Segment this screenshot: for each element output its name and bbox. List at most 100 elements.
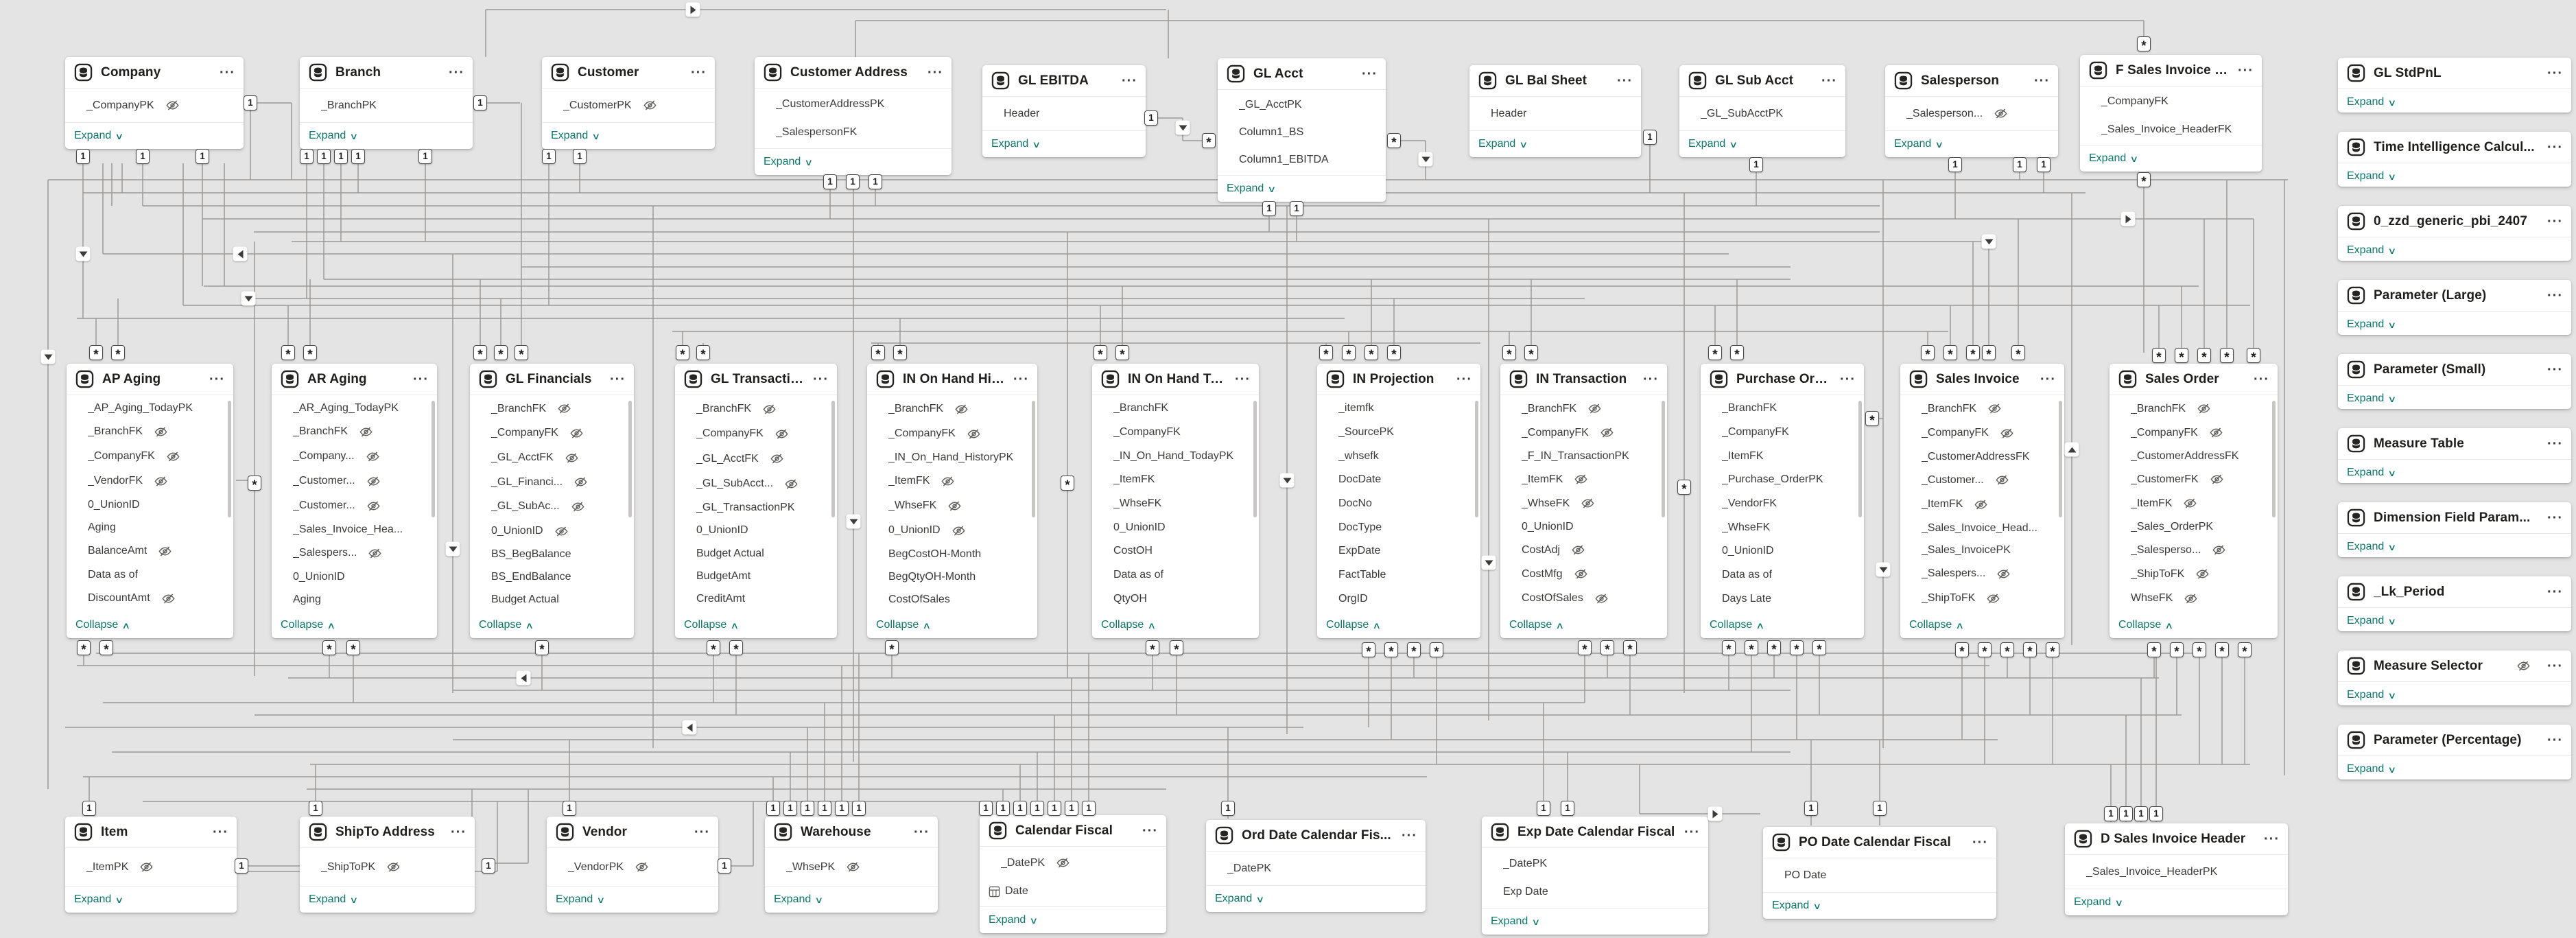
field-row-branchfk[interactable]: _BranchFK xyxy=(1701,402,1864,414)
more-options-icon[interactable]: ··· xyxy=(2540,70,2563,77)
field-row-sales-invoicepk[interactable]: _Sales_InvoicePK xyxy=(1900,544,2064,556)
table-card-salesperson[interactable]: Salesperson···_Salesperson...Expand∨ xyxy=(1885,65,2058,157)
list-scrollbar[interactable] xyxy=(1475,401,1478,517)
field-row-gl-acctpk[interactable]: _GL_AcctPK xyxy=(1218,99,1386,111)
collapse-toggle[interactable]: Collapse∧ xyxy=(1326,619,1380,631)
table-card-d-sales-invoice-header[interactable]: D Sales Invoice Header···_Sales_Invoice_… xyxy=(2065,823,2288,915)
field-row-companyfk[interactable]: _CompanyFK xyxy=(1500,425,1667,440)
table-card-parameter-small[interactable]: Parameter (Small)···Expand∨ xyxy=(2338,354,2571,409)
more-options-icon[interactable]: ··· xyxy=(2540,589,2563,596)
table-card-time-intelligence[interactable]: Time Intelligence Calcul...···Expand∨ xyxy=(2338,132,2571,187)
more-options-icon[interactable]: ··· xyxy=(2033,376,2056,383)
table-card-gl-ebitda[interactable]: GL EBITDA···HeaderExpand∨ xyxy=(982,65,1146,157)
field-row-0-unionid[interactable]: 0_UnionID xyxy=(272,571,437,583)
field-row-bs-begbalance[interactable]: BS_BegBalance xyxy=(470,548,634,561)
table-card-parameter-large[interactable]: Parameter (Large)···Expand∨ xyxy=(2338,280,2571,335)
table-card-gl-financials[interactable]: GL Financials···_BranchFK_CompanyFK_GL_A… xyxy=(470,364,634,638)
more-options-icon[interactable]: ··· xyxy=(2540,218,2563,225)
collapse-toggle[interactable]: Collapse∧ xyxy=(75,619,130,631)
expand-toggle[interactable]: Expand∨ xyxy=(2347,244,2396,257)
expand-toggle[interactable]: Expand∨ xyxy=(774,893,823,906)
field-row-whsefk[interactable]: _WhseFK xyxy=(867,499,1037,513)
field-row-creditamt[interactable]: CreditAmt xyxy=(675,593,837,605)
expand-toggle[interactable]: Expand∨ xyxy=(1688,138,1737,150)
more-options-icon[interactable]: ··· xyxy=(2540,292,2563,299)
expand-toggle[interactable]: Expand∨ xyxy=(989,914,1037,926)
more-options-icon[interactable]: ··· xyxy=(1610,78,1633,84)
field-row-salespers[interactable]: _Salespers... xyxy=(1900,567,2064,581)
field-row-column1-ebitda[interactable]: Column1_EBITDA xyxy=(1218,154,1386,166)
more-options-icon[interactable]: ··· xyxy=(684,69,707,76)
field-row-0-unionid[interactable]: 0_UnionID xyxy=(1701,545,1864,557)
field-row-0-unionid[interactable]: 0_UnionID xyxy=(675,524,837,537)
more-options-icon[interactable]: ··· xyxy=(2540,441,2563,447)
expand-toggle[interactable]: Expand∨ xyxy=(74,893,123,906)
expand-toggle[interactable]: Expand∨ xyxy=(2347,615,2396,627)
more-options-icon[interactable]: ··· xyxy=(1135,828,1158,834)
table-card-ar-aging[interactable]: AR Aging···_AR_Aging_TodayPK_BranchFK_Co… xyxy=(272,364,437,638)
field-row-companyfk[interactable]: _CompanyFK xyxy=(1701,426,1864,438)
list-scrollbar[interactable] xyxy=(1253,401,1257,517)
more-options-icon[interactable]: ··· xyxy=(1815,78,1837,84)
more-options-icon[interactable]: ··· xyxy=(406,376,429,383)
field-row-costofsales[interactable]: CostOfSales xyxy=(1500,591,1667,606)
collapse-toggle[interactable]: Collapse∧ xyxy=(1909,619,1963,631)
collapse-toggle[interactable]: Collapse∧ xyxy=(1101,619,1155,631)
field-row-branchfk[interactable]: _BranchFK xyxy=(2110,401,2278,416)
more-options-icon[interactable]: ··· xyxy=(1228,376,1251,383)
field-row-gl-subac[interactable]: _GL_SubAc... xyxy=(470,500,634,514)
field-row-sales-invoice-headerfk[interactable]: _Sales_Invoice_HeaderFK xyxy=(2080,124,2262,136)
field-row-branchfk[interactable]: _BranchFK xyxy=(1900,401,2064,416)
expand-toggle[interactable]: Expand∨ xyxy=(309,893,357,906)
collapse-toggle[interactable]: Collapse∧ xyxy=(479,619,533,631)
field-row-companyfk[interactable]: _CompanyFK xyxy=(867,427,1037,441)
field-row-days-late[interactable]: Days Late xyxy=(1701,593,1864,605)
field-row-shiptofk[interactable]: _ShipToFK xyxy=(1900,591,2064,606)
field-row-datepk[interactable]: _DatePK xyxy=(1482,858,1708,870)
table-card-f-sales-invoice-header[interactable]: F Sales Invoice Header···_CompanyFK_Sale… xyxy=(2080,55,2262,172)
field-row-header[interactable]: Header xyxy=(982,108,1146,120)
expand-toggle[interactable]: Expand∨ xyxy=(309,130,357,142)
expand-toggle[interactable]: Expand∨ xyxy=(2347,170,2396,183)
table-card-branch[interactable]: Branch···_BranchPKExpand∨ xyxy=(300,57,473,149)
table-card-gl-acct[interactable]: GL Acct···_GL_AcctPKColumn1_BSColumn1_EB… xyxy=(1218,58,1386,202)
field-row-companyfk[interactable]: _CompanyFK xyxy=(675,427,837,441)
field-row-itemfk[interactable]: _ItemFK xyxy=(1092,473,1259,486)
field-row-gl-acctfk[interactable]: _GL_AcctFK xyxy=(675,452,837,466)
field-row-budgetamt[interactable]: BudgetAmt xyxy=(675,570,837,583)
expand-toggle[interactable]: Expand∨ xyxy=(556,893,604,906)
table-card-in-transaction[interactable]: IN Transaction···_BranchFK_CompanyFK_F_I… xyxy=(1500,364,1667,638)
model-view-canvas[interactable]: 1111111111111111**1111111***************… xyxy=(0,0,2576,938)
expand-toggle[interactable]: Expand∨ xyxy=(1894,138,1943,150)
field-row-itemfk[interactable]: _ItemFK xyxy=(1500,472,1667,486)
more-options-icon[interactable]: ··· xyxy=(444,829,466,836)
more-options-icon[interactable]: ··· xyxy=(2540,663,2563,670)
list-scrollbar[interactable] xyxy=(2059,401,2062,517)
table-card-company[interactable]: Company···_CompanyPKExpand∨ xyxy=(65,57,244,149)
expand-toggle[interactable]: Expand∨ xyxy=(2347,318,2396,331)
field-row-customerfk[interactable]: _CustomerFK xyxy=(2110,472,2278,486)
table-card-lk-period[interactable]: _Lk_Period···Expand∨ xyxy=(2338,576,2571,631)
field-row-salesperso[interactable]: _Salesperso... xyxy=(2110,543,2278,557)
field-row-branchfk[interactable]: _BranchFK xyxy=(1092,402,1259,414)
field-row-bs-endbalance[interactable]: BS_EndBalance xyxy=(470,571,634,583)
more-options-icon[interactable]: ··· xyxy=(1677,829,1700,836)
field-row-branchfk[interactable]: _BranchFK xyxy=(1500,401,1667,416)
field-row-datepk[interactable]: _DatePK xyxy=(1206,863,1426,875)
field-row-data-as-of[interactable]: Data as of xyxy=(67,569,233,581)
field-row-gl-acctfk[interactable]: _GL_AcctFK xyxy=(470,451,634,465)
field-row-exp-date[interactable]: Exp Date xyxy=(1482,886,1708,898)
field-row-sales-invoice-headerpk[interactable]: _Sales_Invoice_HeaderPK xyxy=(2065,866,2288,878)
field-row-salespersonfk[interactable]: _SalespersonFK xyxy=(755,126,952,139)
list-scrollbar[interactable] xyxy=(432,401,435,517)
more-options-icon[interactable]: ··· xyxy=(2247,376,2269,383)
field-row-companyfk[interactable]: _CompanyFK xyxy=(1092,426,1259,438)
expand-toggle[interactable]: Expand∨ xyxy=(551,130,600,142)
table-card-measure-table[interactable]: Measure Table···Expand∨ xyxy=(2338,428,2571,483)
field-row-companyfk[interactable]: _CompanyFK xyxy=(1900,426,2064,441)
table-card-item[interactable]: Item···_ItemPKExpand∨ xyxy=(65,817,237,913)
field-row-budget-actual[interactable]: Budget Actual xyxy=(675,548,837,560)
field-row-sales-orderpk[interactable]: _Sales_OrderPK xyxy=(2110,521,2278,533)
field-row-aging[interactable]: Aging xyxy=(67,521,233,534)
table-card-gl-transaction[interactable]: GL Transaction···_BranchFK_CompanyFK_GL_… xyxy=(675,364,837,638)
